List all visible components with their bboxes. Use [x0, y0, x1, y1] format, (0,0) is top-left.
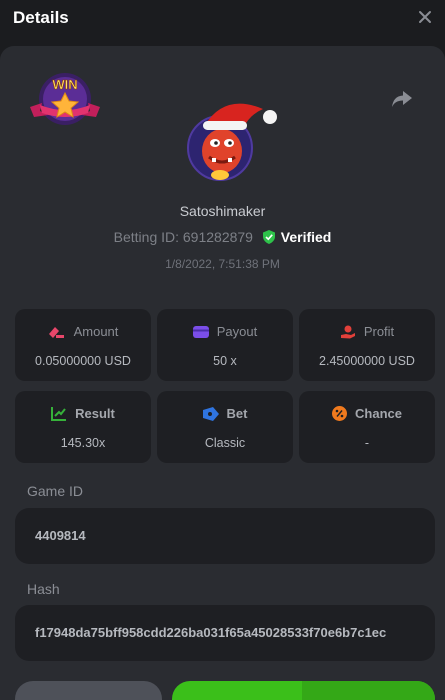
stat-label-bet: Bet: [226, 406, 248, 421]
share-icon[interactable]: [390, 88, 414, 110]
username: Satoshimaker: [179, 203, 266, 219]
stat-label-profit: Profit: [363, 324, 395, 339]
betting-id: Betting ID: 691282879: [113, 229, 253, 245]
avatar: [187, 103, 277, 181]
stat-label-chance: Chance: [355, 406, 402, 421]
stat-card-result: Result 145.30x: [15, 391, 151, 463]
win-badge-icon: WIN: [30, 73, 100, 125]
hash-label: Hash: [27, 581, 60, 597]
profit-hand-icon: [340, 325, 355, 339]
stat-card-profit: Profit 2.45000000 USD: [299, 309, 435, 381]
stat-value-bet: Classic: [204, 436, 246, 450]
stat-card-bet: Bet Classic: [157, 391, 293, 463]
game-id-label: Game ID: [27, 483, 84, 499]
primary-button[interactable]: [172, 681, 435, 700]
stat-label-payout: Payout: [216, 324, 258, 339]
wallet-icon: [192, 326, 209, 338]
ticket-icon: [202, 407, 219, 421]
stat-label-amount: Amount: [73, 324, 119, 339]
stat-value-amount: 0.05000000 USD: [35, 354, 131, 368]
stat-value-payout: 50 x: [213, 354, 237, 368]
stat-card-chance: Chance -: [299, 391, 435, 463]
money-icon: [48, 327, 64, 338]
stat-value-chance: -: [364, 436, 370, 450]
win-badge-text: WIN: [52, 77, 77, 92]
hash-field[interactable]: f17948da75bff958cdd226ba031f65a45028533f…: [15, 605, 435, 661]
modal-title: Details: [13, 8, 69, 27]
hash-value: f17948da75bff958cdd226ba031f65a45028533f…: [35, 625, 387, 640]
modal-header: Details: [0, 0, 445, 44]
game-id-field[interactable]: 4409814: [15, 508, 435, 564]
stat-card-payout: Payout 50 x: [157, 309, 293, 381]
percent-icon: [332, 406, 348, 421]
stat-label-result: Result: [75, 406, 115, 421]
close-icon[interactable]: [415, 7, 435, 27]
game-id-value: 4409814: [35, 528, 86, 543]
stat-card-amount: Amount 0.05000000 USD: [15, 309, 151, 381]
stat-value-profit: 2.45000000 USD: [319, 354, 415, 368]
stat-value-result: 145.30x: [60, 436, 106, 450]
chart-up-icon: [51, 407, 67, 421]
verified-label: Verified: [280, 229, 332, 245]
bet-datetime: 1/8/2022, 7:51:38 PM: [165, 257, 280, 271]
betting-id-line: Betting ID: 691282879 Verified: [0, 229, 445, 245]
secondary-button[interactable]: [15, 681, 162, 700]
shield-check-icon: [262, 230, 275, 244]
